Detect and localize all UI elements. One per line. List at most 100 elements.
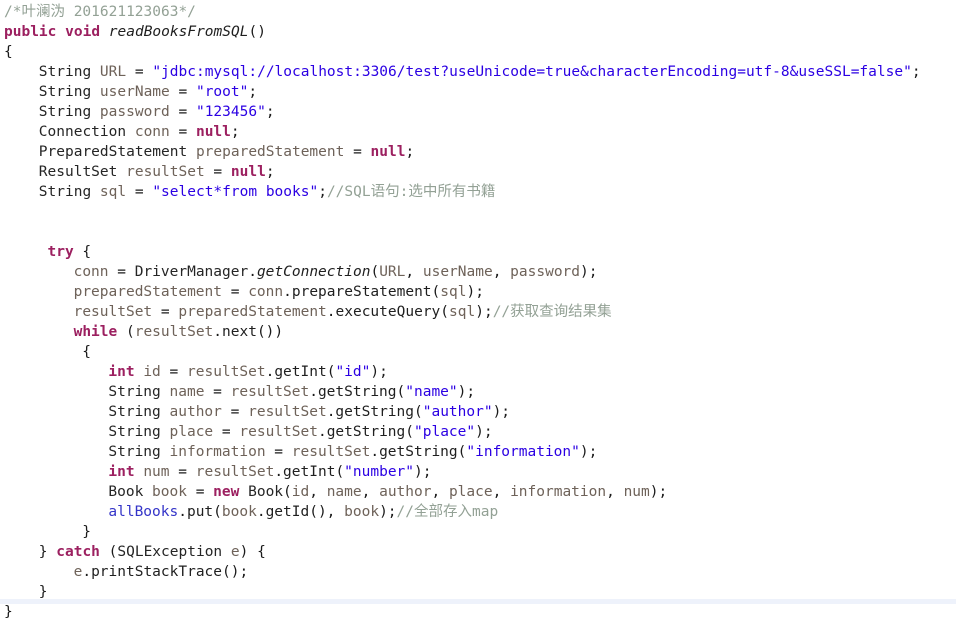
code-token: , bbox=[492, 484, 511, 500]
code-token: "jdbc:mysql://localhost:3306/test?useUni… bbox=[152, 64, 912, 80]
code-token: Book bbox=[248, 484, 284, 500]
code-line: resultSet = preparedStatement.executeQue… bbox=[0, 302, 956, 322]
code-token: { bbox=[73, 244, 92, 260]
code-token: ; bbox=[248, 84, 258, 100]
code-token: "root" bbox=[195, 84, 249, 100]
code-token: "name" bbox=[405, 384, 458, 400]
code-token: . bbox=[283, 284, 292, 300]
code-token: = bbox=[204, 384, 231, 400]
code-token: information bbox=[169, 444, 266, 460]
code-token: conn bbox=[73, 264, 109, 280]
code-token: . bbox=[326, 304, 336, 320]
code-line: conn = DriverManager.getConnection(URL, … bbox=[0, 262, 956, 282]
code-line: String userName = "root"; bbox=[0, 82, 956, 102]
code-token: . bbox=[248, 264, 257, 280]
code-token: Connection bbox=[38, 124, 127, 140]
code-token: ; bbox=[265, 104, 275, 120]
code-token: , bbox=[431, 484, 449, 500]
code-line: } bbox=[0, 602, 956, 622]
code-token: resultSet bbox=[187, 364, 266, 380]
code-token: userName bbox=[422, 264, 493, 280]
code-token: book bbox=[152, 484, 187, 500]
code-token: resultSet bbox=[248, 404, 327, 420]
code-token: id bbox=[291, 484, 310, 500]
code-token: resultSet bbox=[291, 444, 371, 460]
code-token: resultSet bbox=[73, 304, 153, 320]
code-token: preparedStatement bbox=[73, 284, 222, 300]
code-token: URL bbox=[99, 64, 127, 80]
code-token: } bbox=[82, 524, 92, 540]
code-token: put bbox=[186, 504, 214, 520]
code-token: "information" bbox=[466, 444, 580, 460]
code-token: . bbox=[370, 444, 380, 460]
code-line: PreparedStatement preparedStatement = nu… bbox=[0, 142, 956, 162]
code-token: /*叶澜沩 201621123063*/ bbox=[4, 4, 196, 20]
code-token: . bbox=[274, 464, 284, 480]
code-token: getString bbox=[379, 444, 458, 460]
code-token: getInt bbox=[274, 364, 327, 380]
code-token: . bbox=[178, 504, 187, 520]
code-token: "number" bbox=[344, 464, 415, 480]
code-line: { bbox=[0, 42, 956, 62]
code-token: String bbox=[38, 184, 92, 200]
code-token: int bbox=[108, 364, 135, 380]
code-token: getString bbox=[326, 424, 406, 440]
code-token: . bbox=[256, 504, 266, 520]
code-line: e.printStackTrace(); bbox=[0, 562, 956, 582]
code-token: //全部存入map bbox=[396, 504, 499, 520]
code-line: String sql = "select*from books";//SQL语句… bbox=[0, 182, 956, 202]
code-token: = bbox=[126, 184, 153, 200]
code-token: , bbox=[309, 484, 327, 500]
code-token: num bbox=[623, 484, 650, 500]
code-token: book bbox=[344, 504, 380, 520]
code-token: } bbox=[4, 604, 13, 620]
code-token: ResultSet bbox=[38, 164, 118, 180]
code-token: = bbox=[265, 444, 292, 460]
code-token: , bbox=[405, 264, 423, 280]
code-token: resultSet bbox=[230, 384, 310, 400]
code-token: author bbox=[169, 404, 222, 420]
code-token: place bbox=[448, 484, 493, 500]
code-token: "place" bbox=[414, 424, 476, 440]
code-token: conn bbox=[134, 124, 170, 140]
code-line: String name = resultSet.getString("name"… bbox=[0, 382, 956, 402]
code-token: ( bbox=[414, 404, 423, 420]
code-editor-view[interactable]: /*叶澜沩 201621123063*/ public void readBook… bbox=[0, 0, 956, 620]
code-token: void bbox=[65, 24, 101, 40]
code-token: e bbox=[230, 544, 240, 560]
code-token: getString bbox=[335, 404, 414, 420]
code-token: URL bbox=[379, 264, 406, 280]
code-token: String bbox=[108, 444, 161, 460]
code-token: ); bbox=[457, 384, 476, 400]
code-line: public void readBooksFromSQL() bbox=[0, 22, 956, 42]
code-token: ( bbox=[431, 284, 441, 300]
code-token: ( bbox=[440, 304, 450, 320]
code-token: = bbox=[213, 424, 240, 440]
code-token: . bbox=[82, 564, 92, 580]
code-token: ); bbox=[370, 364, 388, 380]
code-token: resultSet bbox=[239, 424, 318, 440]
code-line: String URL = "jdbc:mysql://localhost:330… bbox=[0, 62, 956, 82]
code-token: sql bbox=[99, 184, 127, 200]
code-token: book bbox=[221, 504, 257, 520]
code-token: //获取查询结果集 bbox=[492, 304, 612, 320]
code-token: = bbox=[152, 304, 179, 320]
code-token: = bbox=[222, 284, 249, 300]
code-token: String bbox=[38, 64, 92, 80]
code-token: getId bbox=[265, 504, 310, 520]
code-line: while (resultSet.next()) bbox=[0, 322, 956, 342]
code-token: resultSet bbox=[126, 164, 205, 180]
code-token: ( bbox=[283, 484, 292, 500]
code-line: ResultSet resultSet = null; bbox=[0, 162, 956, 182]
code-token: Book bbox=[108, 484, 144, 500]
code-token: sql bbox=[440, 284, 467, 300]
